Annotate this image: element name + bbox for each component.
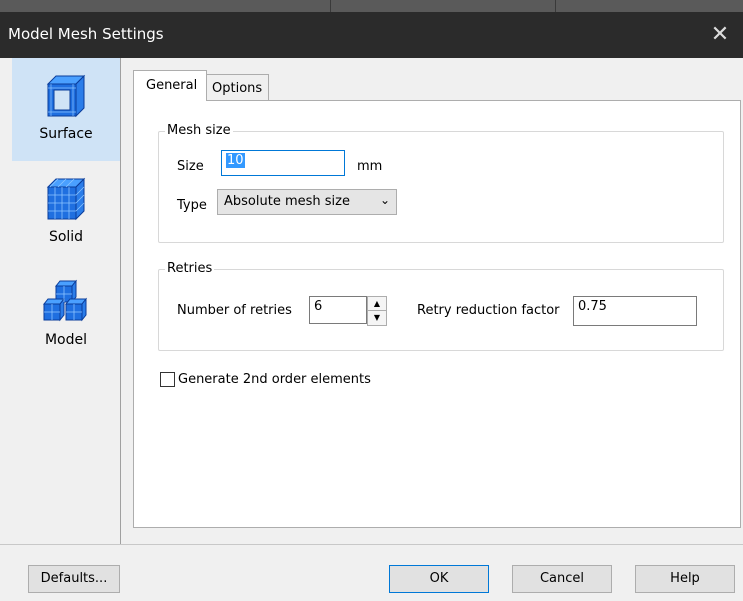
size-value: 10 [226, 153, 245, 168]
help-button[interactable]: Help [635, 565, 735, 593]
size-unit: mm [357, 159, 383, 174]
retries-group: Retries Number of retries 6 ▲ ▼ Retry re… [158, 261, 724, 351]
spin-up-icon[interactable]: ▲ [368, 297, 386, 311]
size-label: Size [177, 159, 204, 174]
sidebar-item-solid[interactable]: Solid [12, 161, 120, 264]
strip-divider [330, 0, 331, 12]
mesh-type-dropdown[interactable]: Absolute mesh size ⌄ [217, 189, 397, 215]
title-bar: Model Mesh Settings ✕ [0, 12, 743, 58]
sidebar-divider [120, 58, 121, 544]
sidebar-item-surface[interactable]: Surface [12, 58, 120, 161]
ok-button[interactable]: OK [389, 565, 489, 593]
type-label: Type [177, 198, 207, 213]
group-title: Mesh size [165, 123, 233, 138]
close-icon[interactable]: ✕ [697, 12, 743, 58]
model-mesh-icon [42, 279, 88, 322]
chevron-down-icon: ⌄ [379, 193, 390, 207]
retries-spinner[interactable]: ▲ ▼ [367, 296, 387, 326]
dropdown-value: Absolute mesh size [224, 194, 350, 209]
retry-reduction-factor-input[interactable]: 0.75 [573, 296, 697, 326]
reduction-value: 0.75 [578, 299, 607, 314]
sidebar-item-label: Solid [48, 229, 84, 245]
defaults-button[interactable]: Defaults... [28, 565, 120, 593]
sidebar-item-model[interactable]: Model [12, 264, 120, 367]
sidebar-item-label: Model [44, 332, 88, 348]
size-input[interactable]: 10 [221, 150, 345, 176]
group-title: Retries [165, 261, 215, 276]
sidebar-item-label: Surface [39, 126, 93, 142]
solid-mesh-icon [46, 177, 86, 221]
mesh-size-group: Mesh size Size 10 mm Type Absolute mesh … [158, 123, 724, 243]
tab-label: Options [212, 81, 263, 96]
window-title: Model Mesh Settings [8, 25, 164, 43]
second-order-label[interactable]: Generate 2nd order elements [178, 372, 371, 387]
background-window-strip [0, 0, 743, 12]
retry-reduction-factor-label: Retry reduction factor [417, 303, 560, 318]
spin-down-icon[interactable]: ▼ [368, 311, 386, 324]
tab-options[interactable]: Options [205, 74, 269, 101]
strip-divider [555, 0, 556, 12]
cancel-button[interactable]: Cancel [512, 565, 612, 593]
surface-mesh-icon [46, 74, 86, 118]
number-of-retries-input[interactable]: 6 [309, 296, 367, 324]
retries-value: 6 [314, 299, 323, 314]
footer-divider [0, 544, 743, 545]
category-sidebar: Surface Solid Model [12, 58, 120, 544]
second-order-checkbox[interactable] [160, 372, 175, 387]
tab-general[interactable]: General [133, 70, 207, 101]
general-tab-page: Mesh size Size 10 mm Type Absolute mesh … [133, 100, 741, 528]
number-of-retries-label: Number of retries [177, 303, 292, 318]
tab-label: General [146, 78, 198, 93]
